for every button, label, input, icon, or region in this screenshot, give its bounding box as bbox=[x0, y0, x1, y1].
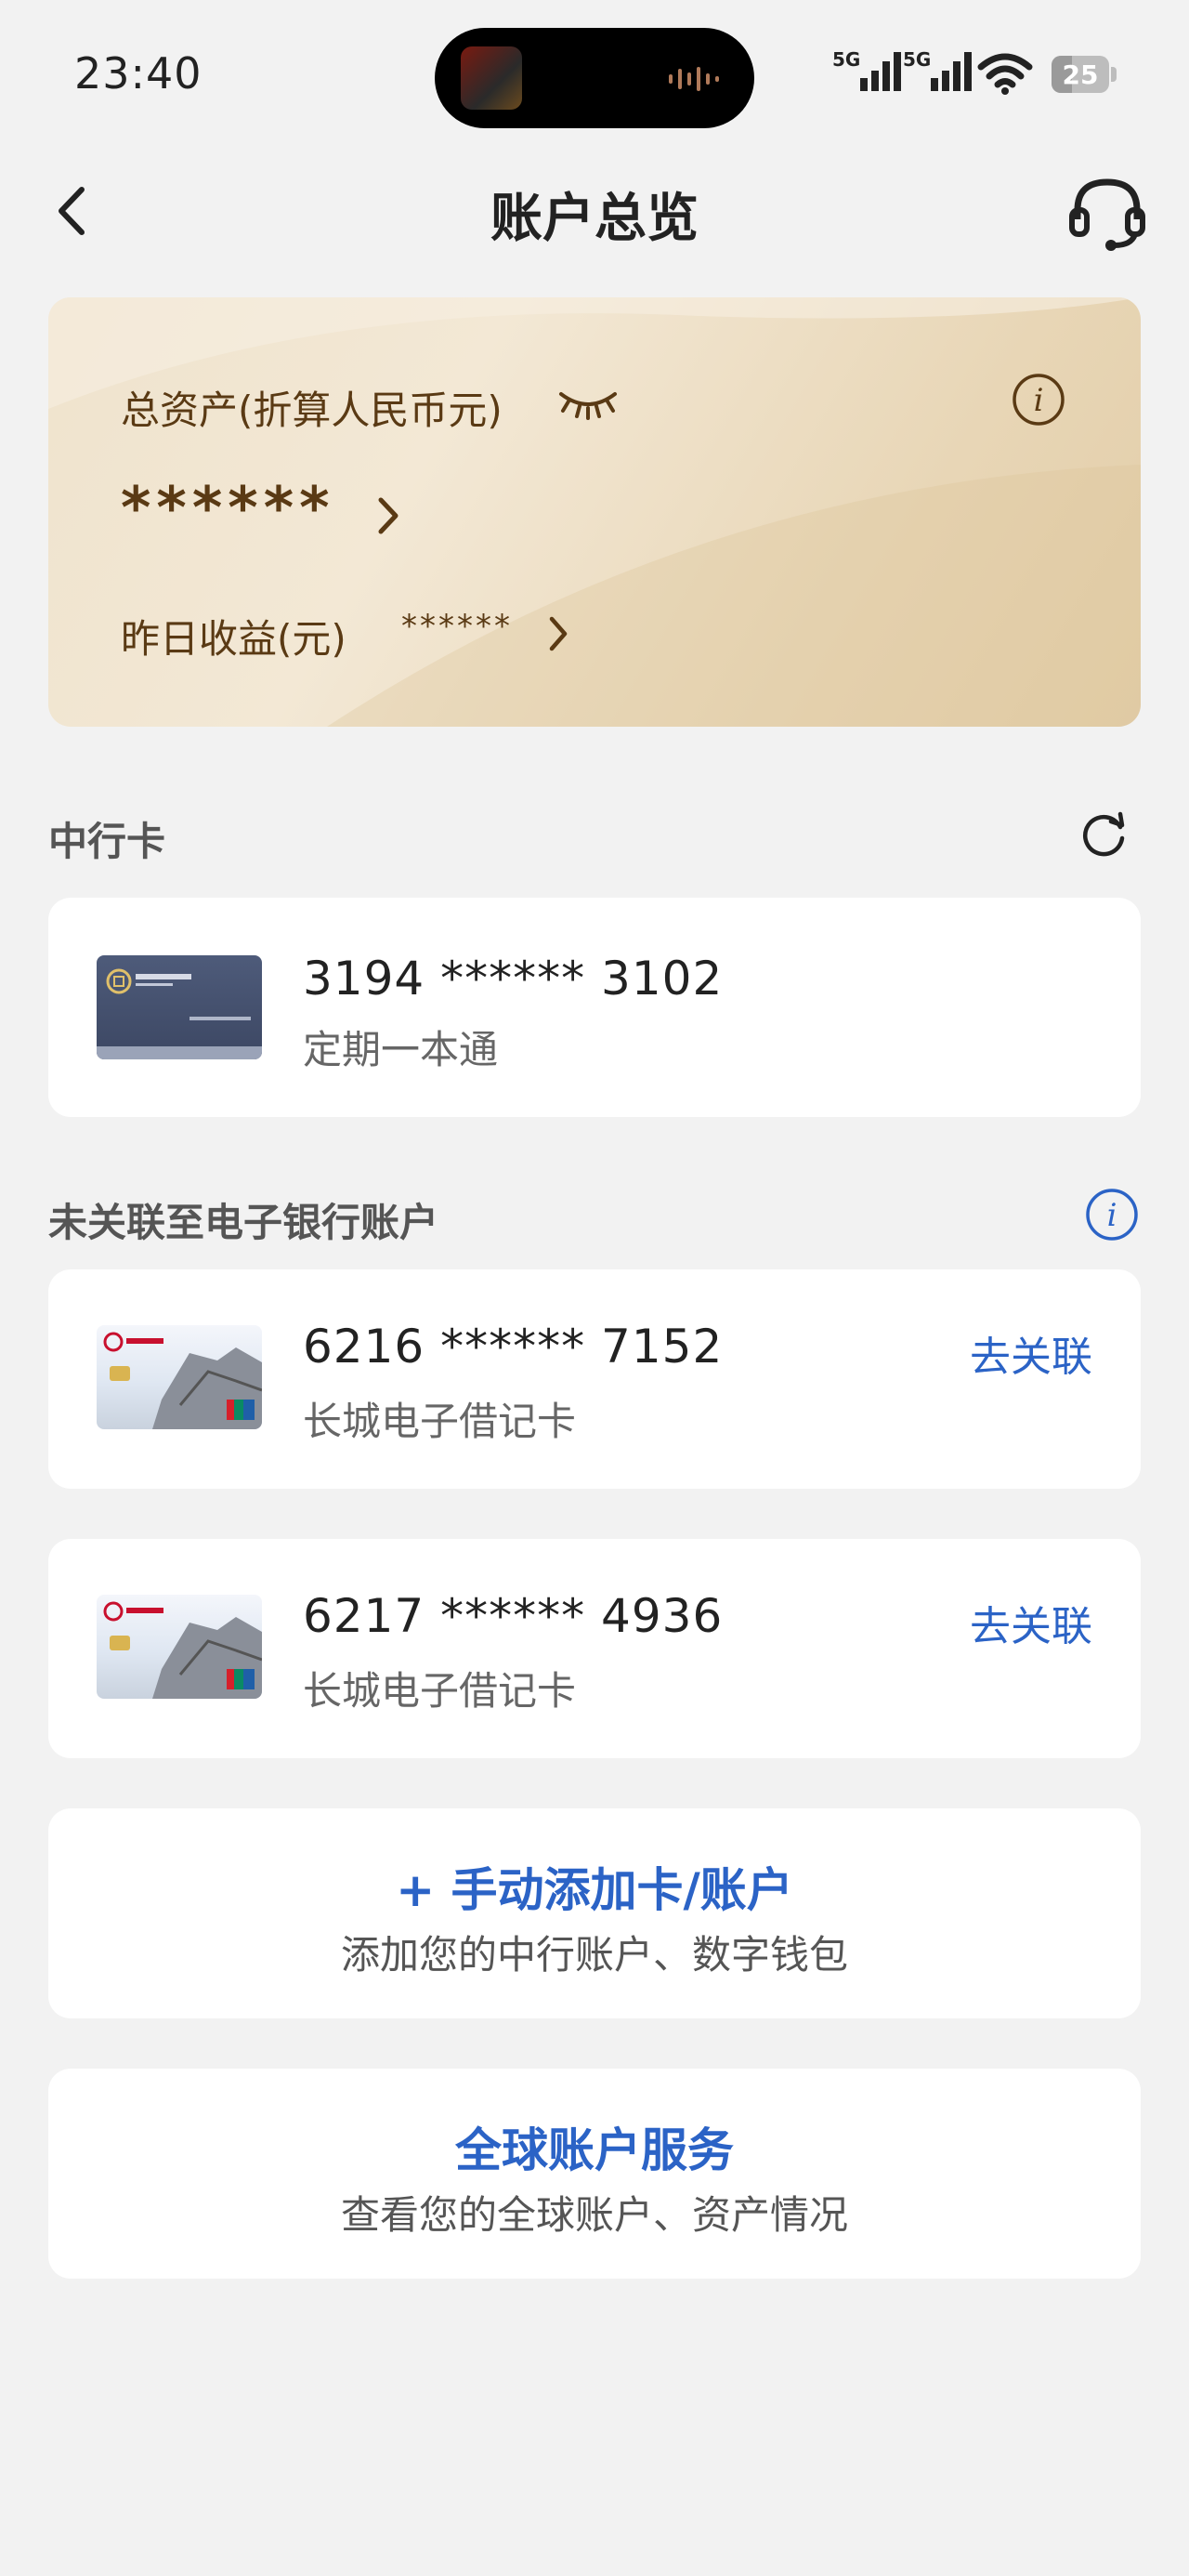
card-number: 3194 ****** 3102 bbox=[303, 952, 724, 1005]
status-time: 23:40 bbox=[74, 48, 203, 99]
card-name: 长城电子借记卡 bbox=[303, 1668, 577, 1714]
link-account-button[interactable]: 去关联 bbox=[970, 1593, 1092, 1652]
battery-level: 25 bbox=[1062, 59, 1099, 90]
card-name: 长城电子借记卡 bbox=[303, 1399, 577, 1444]
add-card-title: + 手动添加卡/账户 bbox=[396, 1863, 793, 1917]
bank-card-image bbox=[97, 1595, 262, 1699]
add-card-subtitle: 添加您的中行账户、数字钱包 bbox=[340, 1932, 848, 1978]
total-assets-value: ****** bbox=[121, 474, 335, 542]
global-account-service-button[interactable]: 全球账户服务 查看您的全球账户、资产情况 bbox=[48, 2069, 1141, 2279]
boc-card-item[interactable]: 3194 ****** 3102 定期一本通 bbox=[48, 898, 1141, 1117]
total-assets-label: 总资产(折算人民币元) bbox=[121, 388, 503, 433]
bank-card-image bbox=[97, 955, 262, 1059]
card-number: 6217 ****** 4936 bbox=[303, 1589, 724, 1643]
global-service-subtitle: 查看您的全球账户、资产情况 bbox=[340, 2192, 848, 2238]
unlinked-card-item[interactable]: 6216 ****** 7152 长城电子借记卡 去关联 bbox=[48, 1269, 1141, 1489]
page-title: 账户总览 bbox=[490, 189, 699, 249]
unlinked-card-item[interactable]: 6217 ****** 4936 长城电子借记卡 去关联 bbox=[48, 1539, 1141, 1758]
section-title-boc-cards: 中行卡 bbox=[48, 819, 166, 864]
chevron-right-icon[interactable] bbox=[546, 613, 572, 654]
total-assets-card[interactable]: 总资产(折算人民币元) i ****** 昨日收益(元) ****** bbox=[48, 297, 1141, 727]
refresh-icon[interactable] bbox=[1078, 808, 1130, 861]
eye-closed-icon[interactable] bbox=[557, 383, 619, 420]
info-icon[interactable]: i bbox=[1011, 372, 1066, 427]
status-bar: 23:40 5G 5G 25 bbox=[0, 0, 1189, 139]
svg-text:i: i bbox=[1034, 382, 1044, 419]
wifi-icon bbox=[977, 53, 1033, 95]
media-thumbnail bbox=[461, 46, 522, 110]
global-service-title: 全球账户服务 bbox=[455, 2123, 734, 2177]
card-number: 6216 ****** 7152 bbox=[303, 1320, 724, 1373]
nav-bar: 账户总览 bbox=[0, 158, 1189, 260]
bank-card-image bbox=[97, 1325, 262, 1429]
dynamic-island[interactable] bbox=[435, 28, 754, 128]
yesterday-earnings-value: ****** bbox=[401, 608, 513, 645]
battery-icon: 25 bbox=[1052, 56, 1117, 93]
add-card-account-button[interactable]: + 手动添加卡/账户 添加您的中行账户、数字钱包 bbox=[48, 1808, 1141, 2018]
chevron-right-icon[interactable] bbox=[375, 493, 403, 539]
section-title-unlinked: 未关联至电子银行账户 bbox=[48, 1200, 439, 1245]
headset-icon[interactable] bbox=[1066, 171, 1148, 255]
card-name: 定期一本通 bbox=[303, 1027, 499, 1072]
link-account-button[interactable]: 去关联 bbox=[970, 1323, 1092, 1383]
svg-text:i: i bbox=[1107, 1197, 1117, 1234]
info-icon[interactable]: i bbox=[1085, 1188, 1139, 1242]
yesterday-earnings-label: 昨日收益(元) bbox=[121, 616, 346, 662]
audio-wave-icon bbox=[669, 67, 719, 91]
